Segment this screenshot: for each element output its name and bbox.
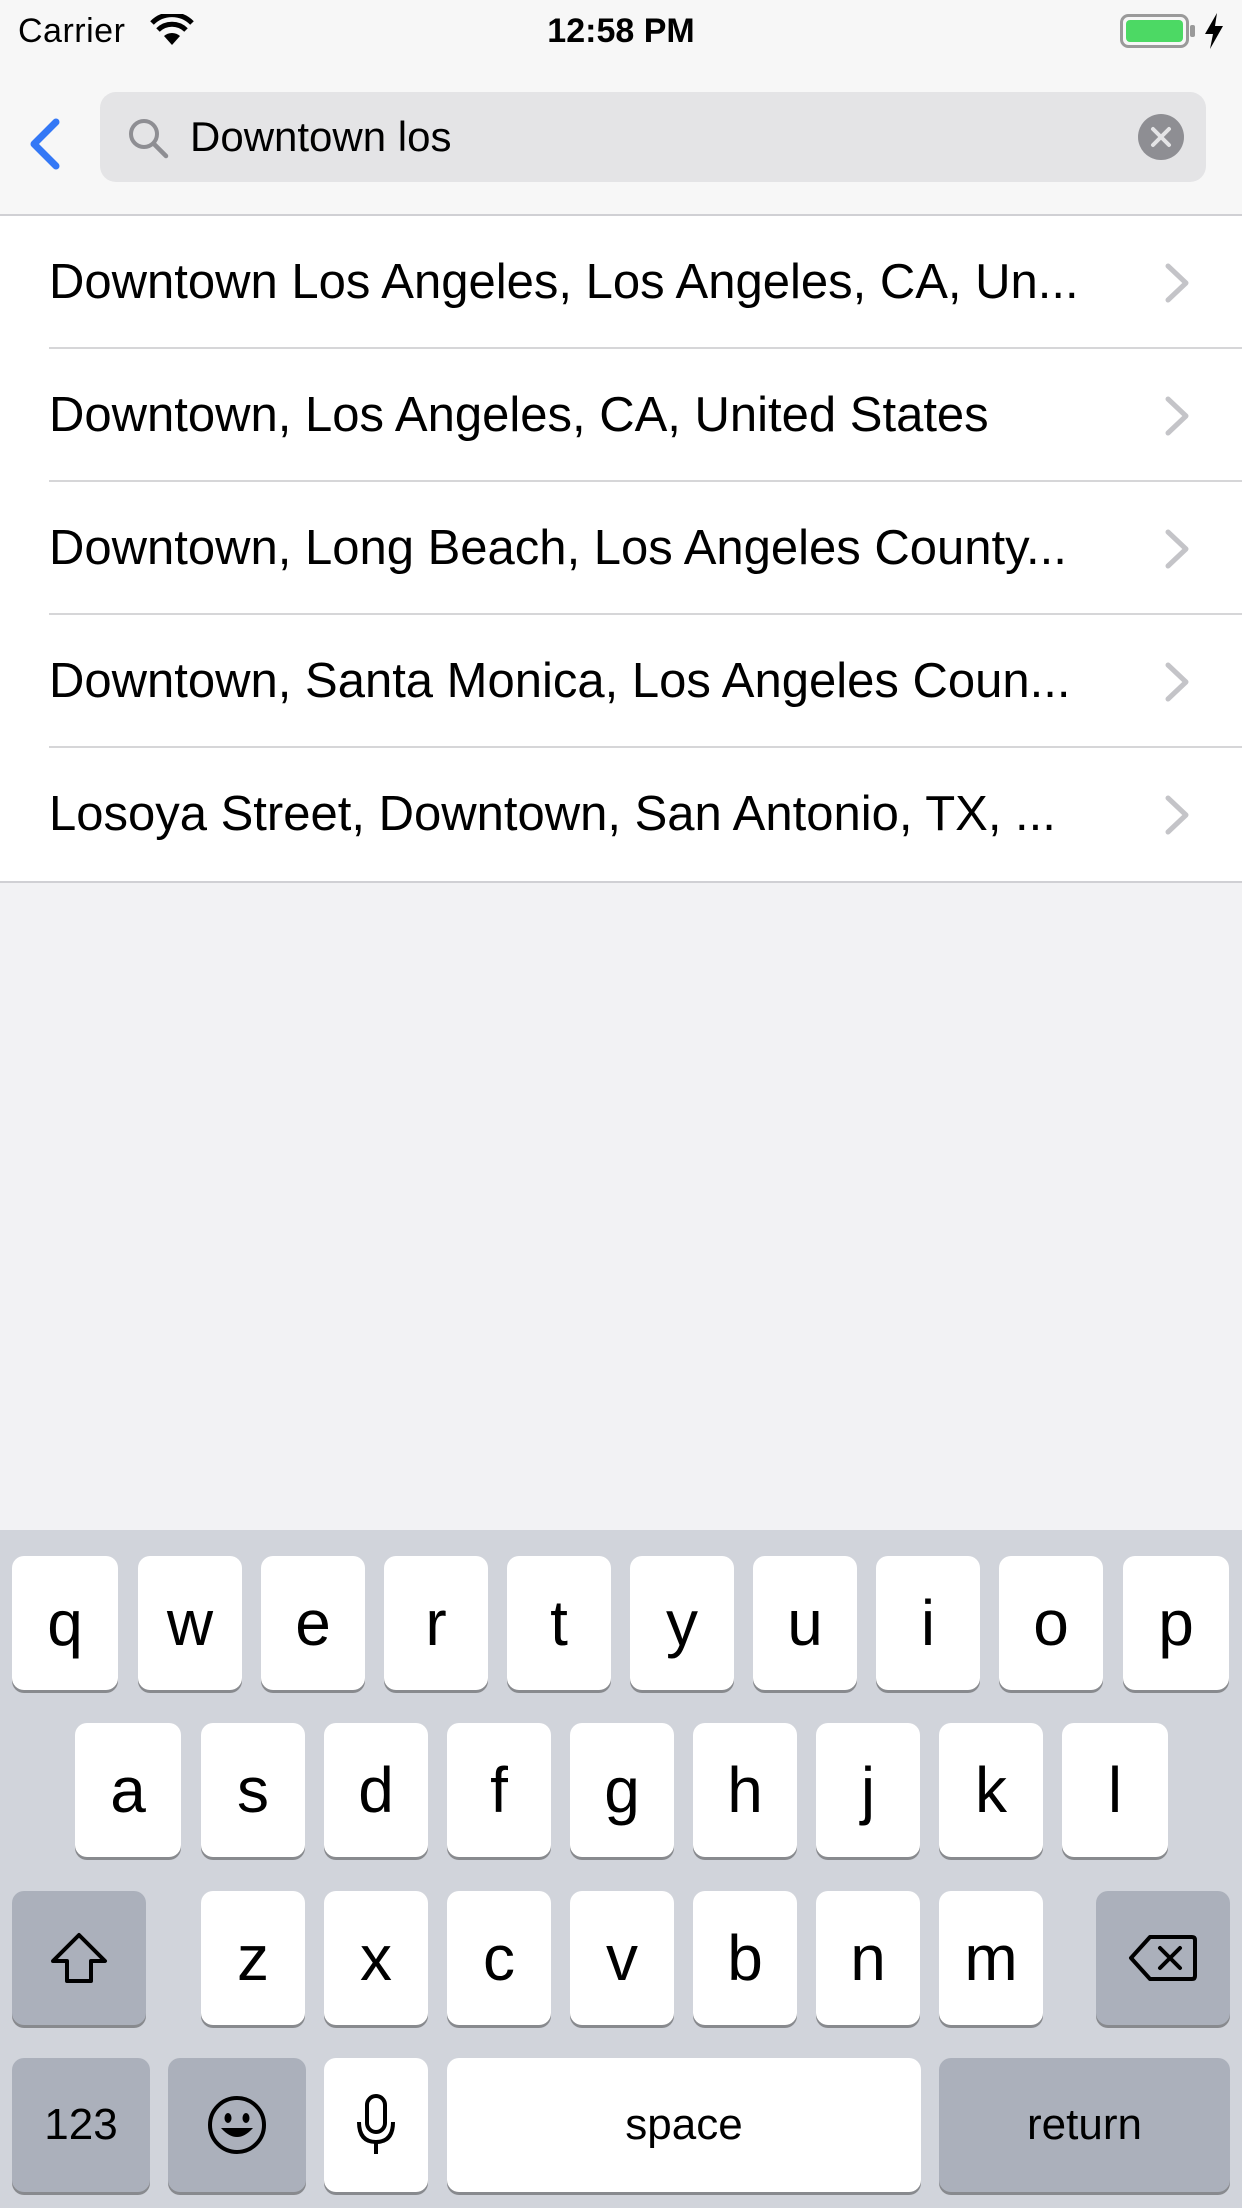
- key-s[interactable]: s: [201, 1723, 305, 1857]
- result-label: Losoya Street, Downtown, San Antonio, TX…: [49, 787, 1056, 841]
- search-results-list: Downtown Los Angeles, Los Angeles, CA, U…: [0, 216, 1242, 883]
- shift-icon: [51, 1933, 107, 1983]
- chevron-right-icon: [1165, 263, 1189, 303]
- key-c[interactable]: c: [447, 1891, 551, 2025]
- key-v[interactable]: v: [570, 1891, 674, 2025]
- key-o[interactable]: o: [999, 1556, 1103, 1690]
- result-label: Downtown Los Angeles, Los Angeles, CA, U…: [49, 255, 1079, 309]
- result-row[interactable]: Downtown, Long Beach, Los Angeles County…: [0, 482, 1242, 615]
- key-m[interactable]: m: [939, 1891, 1043, 2025]
- key-a[interactable]: a: [75, 1723, 181, 1857]
- result-label: Downtown, Los Angeles, CA, United States: [49, 388, 989, 442]
- key-e[interactable]: e: [261, 1556, 365, 1690]
- clear-circle-icon[interactable]: [1138, 114, 1184, 160]
- key-f[interactable]: f: [447, 1723, 551, 1857]
- status-time: 12:58 PM: [547, 12, 695, 50]
- key-j[interactable]: j: [816, 1723, 920, 1857]
- status-bar: Carrier 12:58 PM: [0, 0, 1242, 62]
- key-u[interactable]: u: [753, 1556, 857, 1690]
- result-label: Downtown, Santa Monica, Los Angeles Coun…: [49, 654, 1071, 708]
- delete-key[interactable]: [1096, 1891, 1230, 2025]
- chevron-right-icon: [1165, 529, 1189, 569]
- search-input[interactable]: [190, 92, 1110, 182]
- key-d[interactable]: d: [324, 1723, 428, 1857]
- result-row[interactable]: Downtown, Santa Monica, Los Angeles Coun…: [0, 615, 1242, 748]
- key-w[interactable]: w: [138, 1556, 242, 1690]
- delete-icon: [1129, 1935, 1197, 1981]
- key-z[interactable]: z: [201, 1891, 305, 2025]
- key-n[interactable]: n: [816, 1891, 920, 2025]
- key-t[interactable]: t: [507, 1556, 611, 1690]
- charging-bolt-icon: [1205, 13, 1223, 49]
- navigation-bar: [0, 62, 1242, 216]
- result-row[interactable]: Downtown Los Angeles, Los Angeles, CA, U…: [0, 216, 1242, 349]
- emoji-key[interactable]: [168, 2058, 306, 2192]
- back-button[interactable]: [20, 108, 68, 180]
- space-key[interactable]: space: [447, 2058, 921, 2192]
- search-bar[interactable]: [100, 92, 1206, 182]
- key-l[interactable]: l: [1062, 1723, 1168, 1857]
- chevron-right-icon: [1165, 795, 1189, 835]
- chevron-right-icon: [1165, 396, 1189, 436]
- emoji-icon: [208, 2096, 266, 2154]
- key-q[interactable]: q: [12, 1556, 118, 1690]
- result-label: Downtown, Long Beach, Los Angeles County…: [49, 521, 1067, 575]
- key-k[interactable]: k: [939, 1723, 1043, 1857]
- result-row[interactable]: Downtown, Los Angeles, CA, United States: [0, 349, 1242, 482]
- key-y[interactable]: y: [630, 1556, 734, 1690]
- dictation-key[interactable]: [324, 2058, 428, 2192]
- result-row[interactable]: Losoya Street, Downtown, San Antonio, TX…: [0, 748, 1242, 881]
- numbers-key[interactable]: 123: [12, 2058, 150, 2192]
- key-x[interactable]: x: [324, 1891, 428, 2025]
- keyboard: q w e r t y u i o p a s d f g h j k l z …: [0, 1530, 1242, 2208]
- search-icon: [129, 119, 169, 159]
- key-b[interactable]: b: [693, 1891, 797, 2025]
- key-p[interactable]: p: [1123, 1556, 1229, 1690]
- key-h[interactable]: h: [693, 1723, 797, 1857]
- shift-key[interactable]: [12, 1891, 146, 2025]
- key-r[interactable]: r: [384, 1556, 488, 1690]
- battery-charging-icon: [1120, 14, 1195, 48]
- return-key[interactable]: return: [939, 2058, 1230, 2192]
- microphone-icon: [357, 2094, 395, 2154]
- key-g[interactable]: g: [570, 1723, 674, 1857]
- chevron-right-icon: [1165, 662, 1189, 702]
- key-i[interactable]: i: [876, 1556, 980, 1690]
